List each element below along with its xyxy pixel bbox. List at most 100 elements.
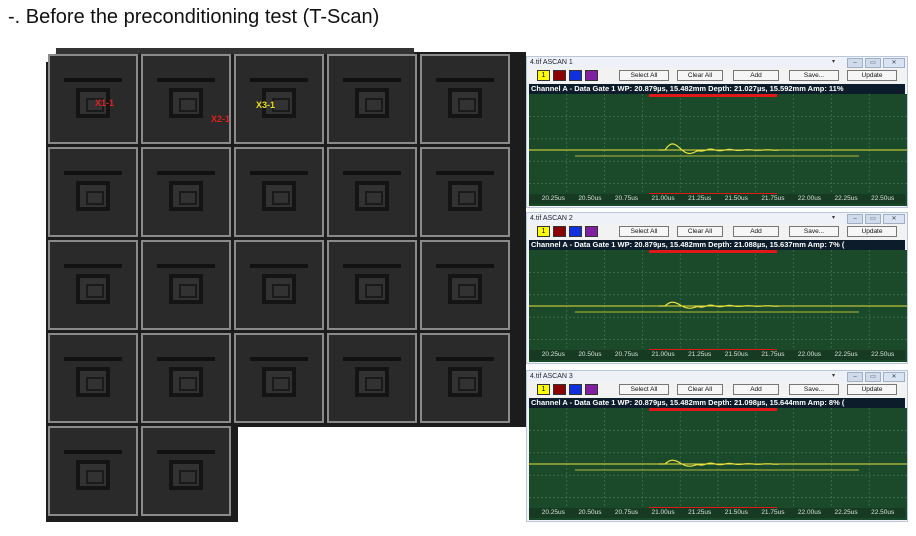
- panel-title: 4.tif ASCAN 1: [530, 59, 573, 66]
- chip-package: [169, 460, 203, 490]
- ascan-plot: [529, 94, 907, 206]
- chip-package: [355, 367, 389, 397]
- chip-lead: [64, 450, 122, 454]
- tscan-cell: [420, 333, 510, 423]
- time-tick-label: 21.75us: [761, 351, 785, 358]
- page-heading: -. Before the preconditioning test (T-Sc…: [8, 6, 380, 28]
- ascan-waveform: [529, 250, 907, 362]
- chip-package: [169, 274, 203, 304]
- update-button[interactable]: Update: [847, 70, 897, 81]
- clear-all-button[interactable]: Clear All: [677, 70, 723, 81]
- tscan-cell: [48, 240, 138, 330]
- tscan-cell: [327, 54, 417, 144]
- swatch-2[interactable]: [553, 226, 566, 237]
- add-button[interactable]: Add: [733, 384, 779, 395]
- time-tick-label: 21.00us: [651, 509, 675, 516]
- ascan-waveform: [529, 94, 907, 206]
- update-button[interactable]: Update: [847, 384, 897, 395]
- tscan-cell: [48, 147, 138, 237]
- marker-x3-1: X3-1: [256, 100, 276, 110]
- time-tick-label: 21.75us: [761, 509, 785, 516]
- save-button[interactable]: Save...: [789, 70, 839, 81]
- marker-x1-1: X1-1: [95, 98, 115, 108]
- tscan-cell: [141, 54, 231, 144]
- time-tick-label: 20.25us: [541, 195, 565, 202]
- tscan-cell: [420, 240, 510, 330]
- time-tick-label: 20.50us: [578, 351, 602, 358]
- close-icon[interactable]: ✕: [883, 372, 905, 382]
- tscan-cell: [420, 147, 510, 237]
- tscan-cell: [141, 426, 231, 516]
- clear-all-button[interactable]: Clear All: [677, 226, 723, 237]
- swatch-4[interactable]: [585, 70, 598, 81]
- maximize-icon[interactable]: ▭: [865, 214, 881, 224]
- chip-lead: [250, 357, 308, 361]
- minimize-icon[interactable]: –: [847, 372, 863, 382]
- maximize-icon[interactable]: ▭: [865, 58, 881, 68]
- dropdown-arrow-icon[interactable]: ▾: [832, 58, 835, 65]
- save-button[interactable]: Save...: [789, 226, 839, 237]
- swatch-1[interactable]: 1: [537, 70, 550, 81]
- chip-package: [169, 88, 203, 118]
- select-all-button[interactable]: Select All: [619, 226, 669, 237]
- ascan-panel-3: 4.tif ASCAN 3 ▾ – ▭ ✕ 1 Select All Clear A…: [526, 370, 908, 522]
- swatch-3[interactable]: [569, 226, 582, 237]
- maximize-icon[interactable]: ▭: [865, 372, 881, 382]
- save-button[interactable]: Save...: [789, 384, 839, 395]
- swatch-3[interactable]: [569, 70, 582, 81]
- time-tick-label: 20.25us: [541, 351, 565, 358]
- swatch-2[interactable]: [553, 70, 566, 81]
- tscan-cell: [141, 240, 231, 330]
- time-tick-label: 20.75us: [614, 195, 639, 202]
- time-axis: 20.25us 20.50us 20.75us 21.00us 21.25us 21.50…: [529, 508, 905, 518]
- select-all-button[interactable]: Select All: [619, 70, 669, 81]
- time-tick-label: 22.25us: [834, 351, 858, 358]
- chip-lead: [250, 264, 308, 268]
- swatch-3[interactable]: [569, 384, 582, 395]
- chip-lead: [343, 264, 401, 268]
- chip-lead: [64, 171, 122, 175]
- chip-lead: [343, 78, 401, 82]
- time-tick-label: 21.00us: [651, 195, 675, 202]
- chip-lead: [157, 450, 215, 454]
- add-button[interactable]: Add: [733, 226, 779, 237]
- swatch-4[interactable]: [585, 226, 598, 237]
- chip-package: [355, 274, 389, 304]
- chip-lead: [157, 357, 215, 361]
- add-button[interactable]: Add: [733, 70, 779, 81]
- chip-lead: [250, 171, 308, 175]
- dropdown-arrow-icon[interactable]: ▾: [832, 372, 835, 379]
- gate-top: [649, 94, 777, 97]
- select-all-button[interactable]: Select All: [619, 384, 669, 395]
- close-icon[interactable]: ✕: [883, 214, 905, 224]
- tscan-cell: [48, 333, 138, 423]
- chip-lead: [436, 78, 494, 82]
- time-tick-label: 21.25us: [688, 195, 712, 202]
- swatch-1[interactable]: 1: [537, 384, 550, 395]
- update-button[interactable]: Update: [847, 226, 897, 237]
- swatch-2[interactable]: [553, 384, 566, 395]
- panel-title: 4.tif ASCAN 2: [530, 215, 573, 222]
- tscan-cell: [327, 147, 417, 237]
- chip-package: [169, 181, 203, 211]
- tscan-image: X1-1 X2-1 X3-1: [46, 48, 526, 522]
- dropdown-arrow-icon[interactable]: ▾: [832, 214, 835, 221]
- chip-package: [76, 274, 110, 304]
- chip-lead: [436, 171, 494, 175]
- tscan-cell: [141, 333, 231, 423]
- tscan-cell: [234, 54, 324, 144]
- minimize-icon[interactable]: –: [847, 214, 863, 224]
- swatch-4[interactable]: [585, 384, 598, 395]
- clear-all-button[interactable]: Clear All: [677, 384, 723, 395]
- tscan-cell: [327, 240, 417, 330]
- tscan-cell: [234, 240, 324, 330]
- close-icon[interactable]: ✕: [883, 58, 905, 68]
- gate-top: [649, 408, 777, 411]
- swatch-1[interactable]: 1: [537, 226, 550, 237]
- time-tick-label: 21.00us: [651, 351, 675, 358]
- channel-readout: Channel A - Data Gate 1 WP: 20.879µs, 15…: [529, 240, 905, 250]
- chip-package: [76, 367, 110, 397]
- chip-package: [355, 181, 389, 211]
- time-tick-label: 22.25us: [834, 509, 858, 516]
- minimize-icon[interactable]: –: [847, 58, 863, 68]
